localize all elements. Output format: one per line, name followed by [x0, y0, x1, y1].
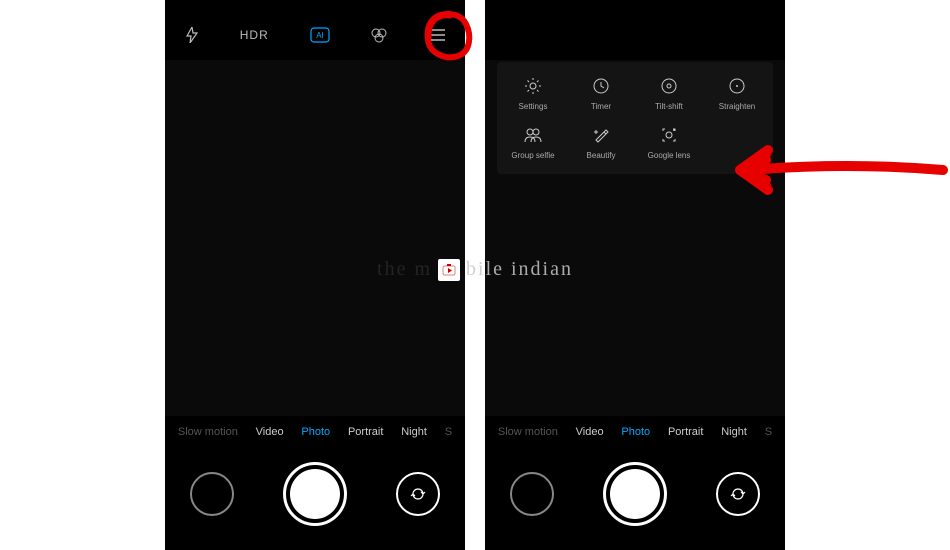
mode-portrait[interactable]: Portrait	[344, 426, 387, 438]
camera-options-menu: Settings Timer Tilt-shift Straighten Gro…	[497, 62, 773, 174]
mode-night[interactable]: Night	[397, 426, 431, 438]
hdr-toggle[interactable]: HDR	[240, 28, 269, 42]
menu-label: Straighten	[719, 102, 755, 111]
shutter-inner	[290, 469, 340, 519]
mode-slowmotion[interactable]: Slow motion	[494, 426, 562, 438]
menu-label: Tilt-shift	[655, 102, 683, 111]
menu-item-straighten[interactable]: Straighten	[703, 76, 771, 111]
menu-item-googlelens[interactable]: Google lens	[635, 125, 703, 160]
switch-camera-button[interactable]	[716, 472, 760, 516]
hamburger-menu-icon[interactable]	[429, 29, 445, 41]
menu-item-settings[interactable]: Settings	[499, 76, 567, 111]
gallery-thumbnail[interactable]	[190, 472, 234, 516]
level-icon	[727, 76, 747, 96]
menu-item-timer[interactable]: Timer	[567, 76, 635, 111]
mode-night[interactable]: Night	[717, 426, 751, 438]
menu-label: Settings	[519, 102, 548, 111]
menu-item-beautify[interactable]: Beautify	[567, 125, 635, 160]
mode-video[interactable]: Video	[572, 426, 608, 438]
mode-photo[interactable]: Photo	[297, 426, 334, 438]
aperture-icon	[659, 76, 679, 96]
camera-mode-row: Slow motion Video Photo Portrait Night S	[165, 416, 465, 448]
menu-item-groupselfie[interactable]: Group selfie	[499, 125, 567, 160]
mode-more[interactable]: S	[761, 426, 776, 438]
camera-top-bar	[485, 0, 785, 60]
svg-text:AI: AI	[316, 31, 324, 40]
switch-camera-button[interactable]	[396, 472, 440, 516]
shutter-button[interactable]	[283, 462, 347, 526]
menu-label: Beautify	[587, 151, 616, 160]
menu-label: Google lens	[648, 151, 691, 160]
camera-viewfinder[interactable]	[165, 60, 465, 416]
mode-more[interactable]: S	[441, 426, 456, 438]
camera-mode-row: Slow motion Video Photo Portrait Night S	[485, 416, 785, 448]
menu-item-tiltshift[interactable]: Tilt-shift	[635, 76, 703, 111]
shutter-row	[485, 448, 785, 550]
mode-photo[interactable]: Photo	[617, 426, 654, 438]
ai-toggle[interactable]: AI	[310, 27, 330, 43]
phone-screen-right: Slow motion Video Photo Portrait Night S…	[485, 0, 785, 550]
mode-portrait[interactable]: Portrait	[664, 426, 707, 438]
lens-icon	[659, 125, 679, 145]
menu-label: Group selfie	[511, 151, 554, 160]
flash-icon[interactable]	[185, 27, 199, 43]
menu-label: Timer	[591, 102, 611, 111]
shutter-button[interactable]	[603, 462, 667, 526]
filter-icon[interactable]	[370, 27, 388, 43]
phone-screen-left: HDR AI Slow motion Video Photo Portrait …	[165, 0, 465, 550]
camera-top-bar: HDR AI	[165, 0, 465, 60]
sparkle-icon	[591, 125, 611, 145]
people-icon	[523, 125, 543, 145]
shutter-row	[165, 448, 465, 550]
gear-icon	[523, 76, 543, 96]
clock-icon	[591, 76, 611, 96]
shutter-inner	[610, 469, 660, 519]
gallery-thumbnail[interactable]	[510, 472, 554, 516]
mode-video[interactable]: Video	[252, 426, 288, 438]
mode-slowmotion[interactable]: Slow motion	[174, 426, 242, 438]
